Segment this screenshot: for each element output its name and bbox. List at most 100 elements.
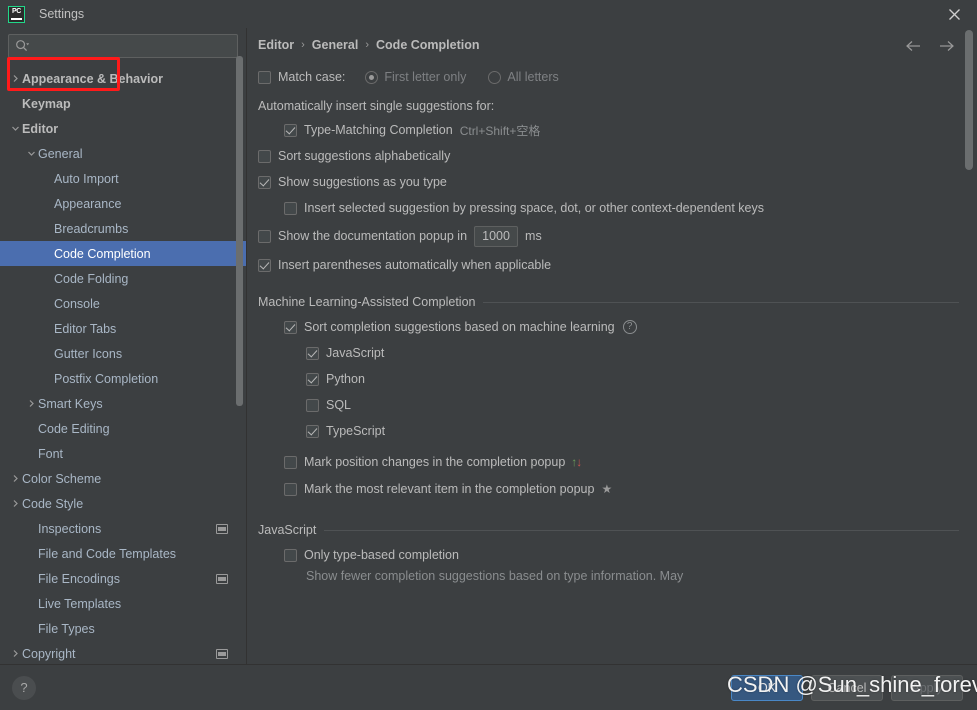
mark-position-changes-row: Mark position changes in the completion … bbox=[258, 450, 977, 474]
only-type-based-row: Only type-based completion bbox=[258, 543, 977, 567]
help-circle-icon[interactable]: ? bbox=[622, 320, 637, 334]
show-as-you-type-row: Show suggestions as you type bbox=[258, 170, 977, 194]
apply-button[interactable]: Apply bbox=[891, 674, 963, 701]
sidebar-item-font[interactable]: Font bbox=[0, 441, 246, 466]
sort-alphabetically-checkbox[interactable] bbox=[258, 149, 271, 163]
sidebar-item-smart-keys[interactable]: Smart Keys bbox=[0, 391, 246, 416]
sidebar-item-live-templates[interactable]: Live Templates bbox=[0, 591, 246, 616]
first-letter-only-radio[interactable] bbox=[365, 70, 379, 84]
sort-ml-checkbox[interactable] bbox=[284, 320, 297, 334]
breadcrumb-item-editor[interactable]: Editor bbox=[258, 38, 294, 52]
type-matching-completion-row: Type-Matching Completion Ctrl+Shift+空格 bbox=[258, 118, 977, 142]
sort-alphabetically-row: Sort suggestions alphabetically bbox=[258, 144, 977, 168]
sort-ml-label: Sort completion suggestions based on mac… bbox=[304, 320, 615, 334]
chevron-right-icon[interactable] bbox=[8, 649, 22, 658]
documentation-popup-checkbox[interactable] bbox=[258, 229, 271, 243]
type-matching-completion-label: Type-Matching Completion bbox=[304, 123, 453, 137]
detail-pane-scrollbar[interactable] bbox=[965, 30, 973, 170]
match-case-label: Match case: bbox=[278, 70, 346, 84]
sidebar-item-label: Console bbox=[54, 296, 100, 311]
ml-language-checkbox-python[interactable] bbox=[306, 372, 319, 386]
first-letter-only-radio-wrap[interactable]: First letter only bbox=[365, 70, 466, 84]
sidebar-item-code-folding[interactable]: Code Folding bbox=[0, 266, 246, 291]
ml-language-checkbox-typescript[interactable] bbox=[306, 424, 319, 438]
first-letter-only-label: First letter only bbox=[384, 70, 467, 84]
sidebar-item-copyright[interactable]: Copyright bbox=[0, 641, 246, 664]
ml-group-header: Machine Learning-Assisted Completion bbox=[258, 295, 977, 309]
chevron-down-icon[interactable] bbox=[24, 149, 38, 158]
all-letters-radio[interactable] bbox=[488, 70, 502, 84]
ml-language-checkbox-sql[interactable] bbox=[306, 398, 319, 412]
sidebar-item-label: Code Style bbox=[22, 496, 84, 511]
sidebar-item-appearance[interactable]: Appearance bbox=[0, 191, 246, 216]
star-icon: ★ bbox=[601, 482, 613, 496]
show-as-you-type-checkbox[interactable] bbox=[258, 175, 271, 189]
settings-tree[interactable]: Appearance & Behavior Keymap Editor General… bbox=[0, 65, 246, 664]
sidebar-item-breadcrumbs[interactable]: Breadcrumbs bbox=[0, 216, 246, 241]
match-case-checkbox[interactable] bbox=[258, 70, 271, 84]
sidebar-item-label: Font bbox=[38, 446, 64, 461]
sidebar-item-gutter-icons[interactable]: Gutter Icons bbox=[0, 341, 246, 366]
sidebar-item-inspections[interactable]: Inspections bbox=[0, 516, 246, 541]
sidebar-item-label: Breadcrumbs bbox=[54, 221, 129, 236]
sidebar-item-editor[interactable]: Editor bbox=[0, 116, 246, 141]
settings-sidebar: Appearance & Behavior Keymap Editor General… bbox=[0, 28, 247, 664]
search-box[interactable] bbox=[8, 34, 238, 58]
chevron-down-icon[interactable] bbox=[8, 124, 22, 133]
ml-language-label: SQL bbox=[326, 398, 352, 412]
search-input[interactable] bbox=[33, 39, 231, 53]
breadcrumb-separator-icon: › bbox=[365, 39, 370, 51]
sidebar-item-editor-tabs[interactable]: Editor Tabs bbox=[0, 316, 246, 341]
type-matching-completion-checkbox[interactable] bbox=[284, 123, 297, 137]
sidebar-item-label: Auto Import bbox=[54, 171, 119, 186]
all-letters-radio-wrap[interactable]: All letters bbox=[488, 70, 559, 84]
sidebar-item-console[interactable]: Console bbox=[0, 291, 246, 316]
sidebar-item-label: Appearance bbox=[54, 196, 122, 211]
mark-position-changes-checkbox[interactable] bbox=[284, 455, 297, 469]
cancel-button[interactable]: Cancel bbox=[811, 674, 883, 701]
insert-selected-suggestion-checkbox[interactable] bbox=[284, 201, 297, 215]
arrow-left-icon[interactable] bbox=[905, 37, 922, 54]
chevron-right-icon[interactable] bbox=[8, 74, 22, 83]
close-icon[interactable] bbox=[931, 0, 977, 28]
insert-parentheses-row: Insert parentheses automatically when ap… bbox=[258, 253, 977, 277]
sidebar-item-code-style[interactable]: Code Style bbox=[0, 491, 246, 516]
chevron-right-icon[interactable] bbox=[8, 474, 22, 483]
only-type-based-description: Show fewer completion suggestions based … bbox=[306, 569, 684, 583]
ml-language-row: Python bbox=[258, 367, 977, 391]
sidebar-item-appearance-behavior[interactable]: Appearance & Behavior bbox=[0, 66, 246, 91]
sidebar-item-keymap[interactable]: Keymap bbox=[0, 91, 246, 116]
sidebar-item-color-scheme[interactable]: Color Scheme bbox=[0, 466, 246, 491]
sidebar-item-file-encodings[interactable]: File Encodings bbox=[0, 566, 246, 591]
mark-relevant-item-checkbox[interactable] bbox=[284, 482, 297, 496]
insert-parentheses-checkbox[interactable] bbox=[258, 258, 271, 272]
show-as-you-type-label: Show suggestions as you type bbox=[278, 175, 447, 189]
ml-language-list: JavaScript Python SQL TypeScript bbox=[258, 341, 977, 443]
sidebar-item-auto-import[interactable]: Auto Import bbox=[0, 166, 246, 191]
ml-language-checkbox-javascript[interactable] bbox=[306, 346, 319, 360]
chevron-right-icon[interactable] bbox=[24, 399, 38, 408]
sidebar-item-file-and-code-templates[interactable]: File and Code Templates bbox=[0, 541, 246, 566]
arrow-right-icon[interactable] bbox=[938, 37, 955, 54]
settings-detail-pane: Editor › General › Code Completion Match… bbox=[247, 28, 977, 664]
sidebar-item-code-editing[interactable]: Code Editing bbox=[0, 416, 246, 441]
sidebar-item-code-completion[interactable]: Code Completion bbox=[0, 241, 246, 266]
sidebar-item-label: Appearance & Behavior bbox=[22, 71, 164, 86]
breadcrumb-separator-icon: › bbox=[301, 39, 305, 51]
documentation-popup-delay-input[interactable]: 1000 bbox=[474, 225, 519, 247]
sidebar-item-label: Editor Tabs bbox=[54, 321, 117, 336]
ok-button[interactable]: OK bbox=[731, 674, 803, 701]
insert-selected-suggestion-row: Insert selected suggestion by pressing s… bbox=[258, 196, 977, 220]
sidebar-item-file-types[interactable]: File Types bbox=[0, 616, 246, 641]
chevron-right-icon[interactable] bbox=[8, 499, 22, 508]
sidebar-item-postfix-completion[interactable]: Postfix Completion bbox=[0, 366, 246, 391]
breadcrumb-item-general[interactable]: General bbox=[312, 38, 359, 52]
sidebar-item-general[interactable]: General bbox=[0, 141, 246, 166]
only-type-based-checkbox[interactable] bbox=[284, 548, 297, 562]
sidebar-scrollbar[interactable] bbox=[236, 56, 243, 406]
navigation-arrows bbox=[905, 37, 955, 54]
help-button[interactable]: ? bbox=[12, 675, 36, 700]
search-field-wrapper bbox=[0, 28, 246, 65]
settings-dialog: PC Settings Appearance & Behavior Keymap… bbox=[0, 0, 977, 710]
ml-group-divider bbox=[483, 301, 959, 303]
